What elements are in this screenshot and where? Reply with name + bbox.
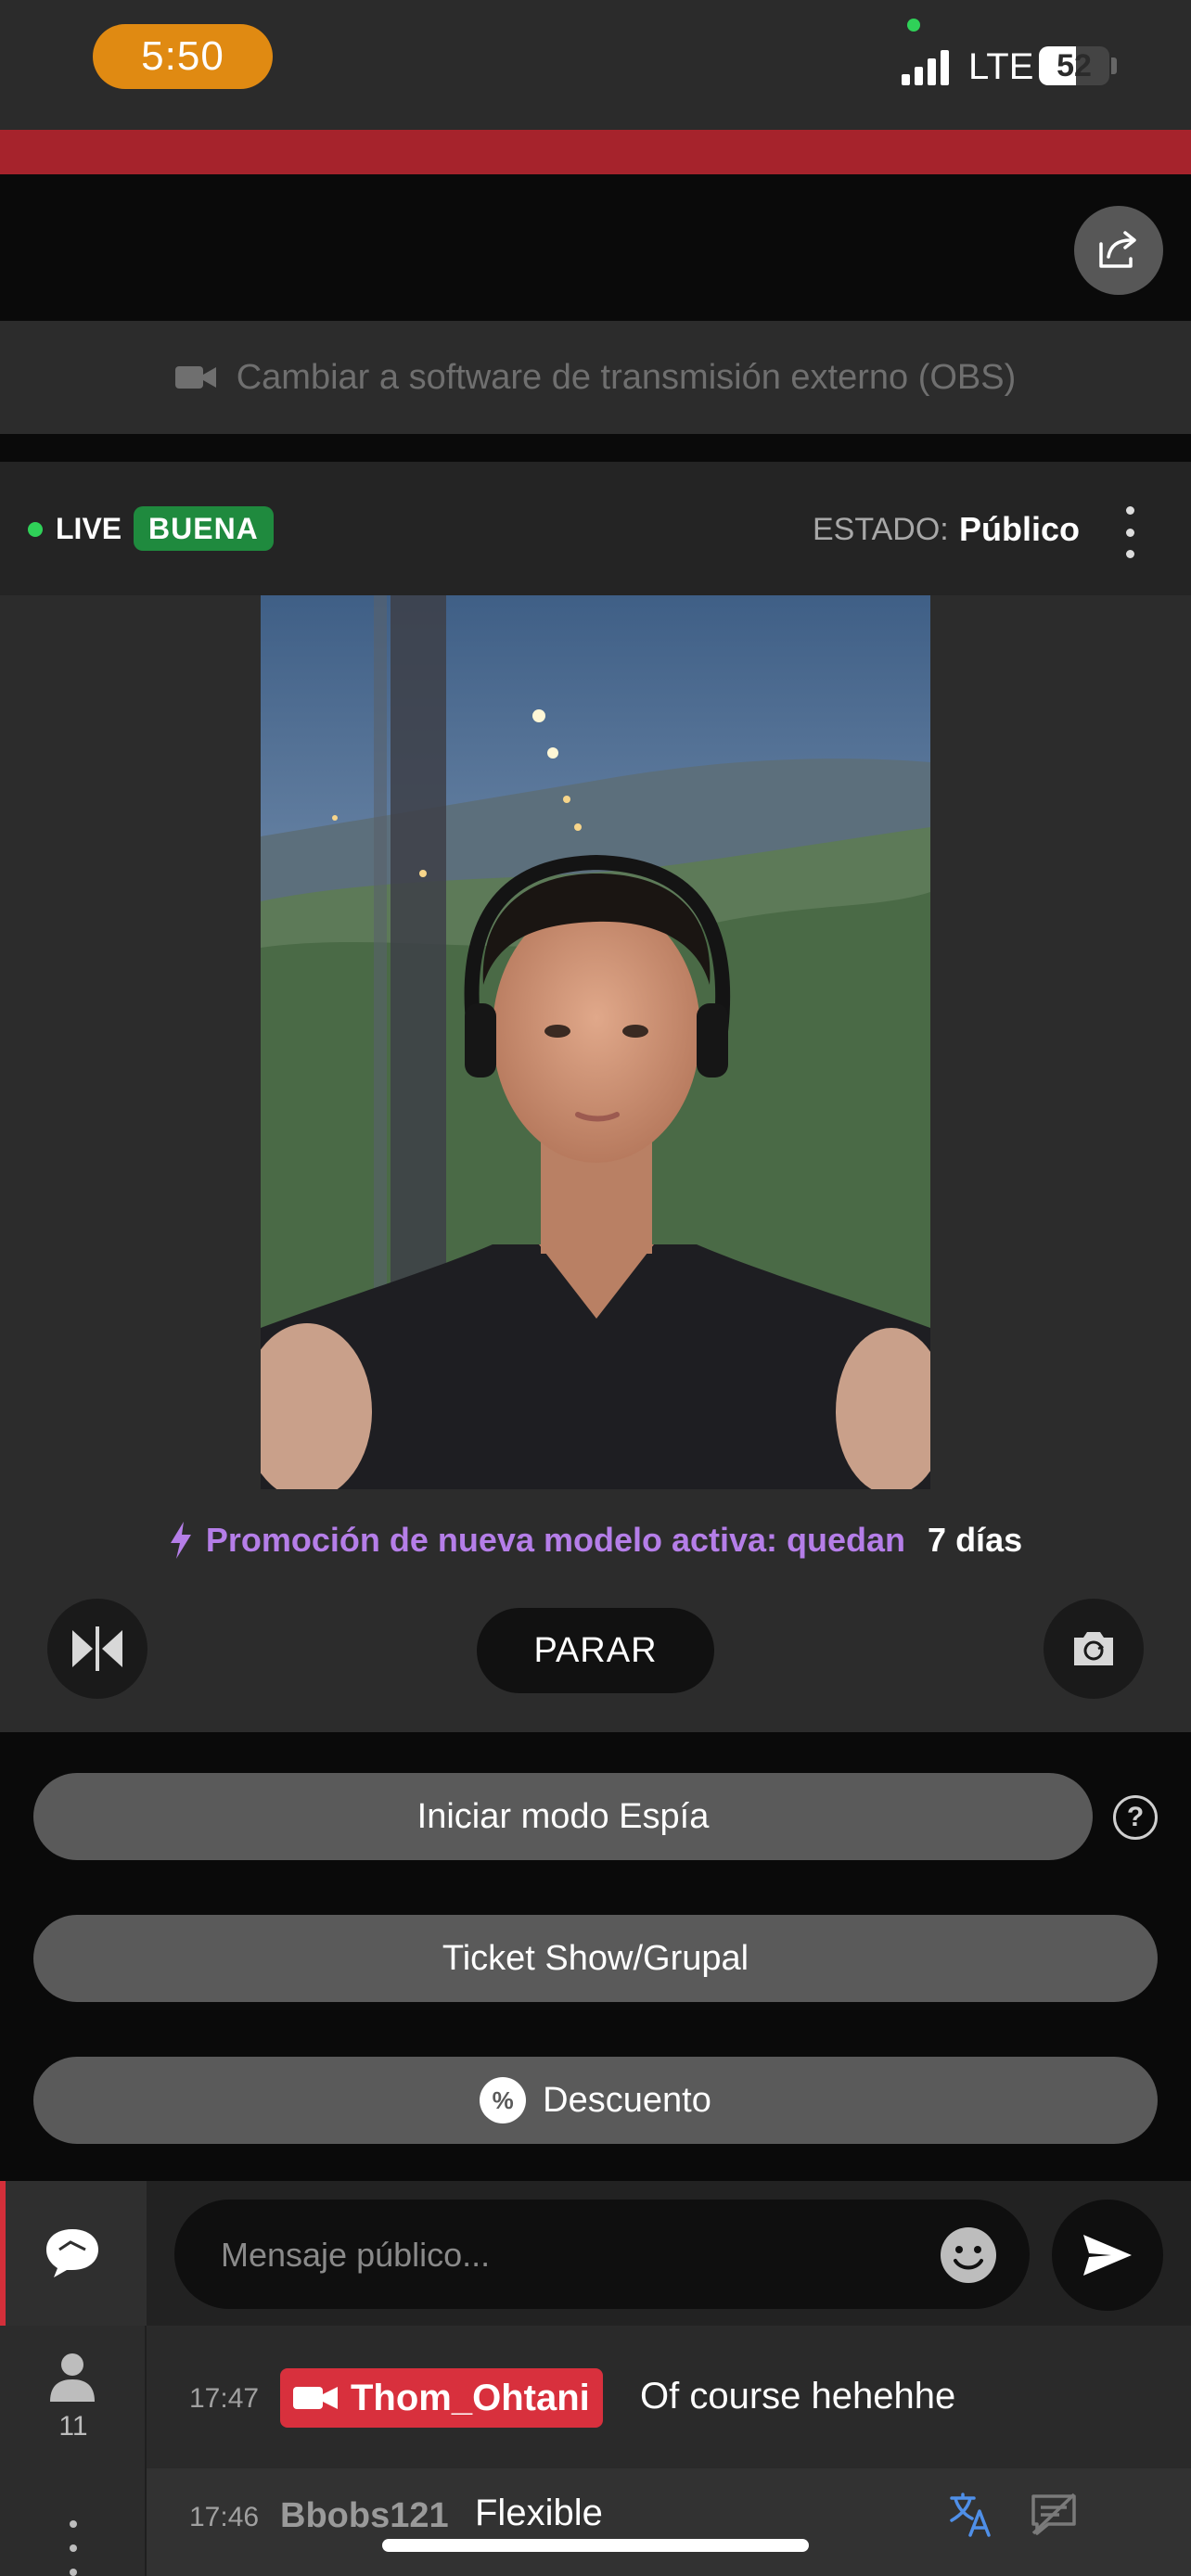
- message-text: Of course hehehhe: [640, 2376, 956, 2417]
- translate-icon[interactable]: [948, 2491, 994, 2537]
- estado-value[interactable]: Público: [959, 510, 1080, 549]
- send-button[interactable]: [1052, 2200, 1163, 2311]
- emoji-icon[interactable]: [939, 2225, 998, 2285]
- promo-banner: Promoción de nueva modelo activa: quedan…: [0, 1521, 1191, 1560]
- message-username: Thom_Ohtani: [351, 2377, 590, 2418]
- network-label: LTE: [968, 46, 1034, 87]
- battery-level: 52: [1057, 47, 1092, 83]
- sidebar-more-icon[interactable]: [67, 2520, 80, 2576]
- user-icon[interactable]: [48, 2352, 96, 2402]
- ticket-show-button[interactable]: Ticket Show/Grupal: [33, 1915, 1158, 2002]
- help-icon[interactable]: ?: [1113, 1795, 1158, 1840]
- mirror-button[interactable]: [47, 1599, 147, 1699]
- promo-text: Promoción de nueva modelo activa: quedan: [205, 1521, 906, 1559]
- ticket-show-label: Ticket Show/Grupal: [442, 1938, 749, 1978]
- active-tab-indicator: [0, 2181, 6, 2326]
- live-indicator-dot: [28, 522, 43, 537]
- camera-switch-icon: [1074, 1632, 1113, 1665]
- users-count: 11: [58, 2411, 88, 2442]
- share-button[interactable]: [1074, 206, 1163, 295]
- switch-camera-button[interactable]: [1044, 1599, 1144, 1699]
- discount-label: Descuento: [543, 2080, 711, 2120]
- more-options-icon[interactable]: [1121, 506, 1139, 558]
- share-icon: [1099, 231, 1136, 268]
- battery-tip: [1111, 57, 1117, 74]
- camera-preview: [261, 595, 930, 1489]
- divider: [0, 434, 1191, 462]
- flip-horizontal-icon: [72, 1626, 122, 1671]
- toolbar-band: [0, 174, 1191, 321]
- video-camera-icon: [293, 2387, 338, 2409]
- spy-mode-button[interactable]: Iniciar modo Espía: [33, 1773, 1093, 1860]
- status-time: 5:50: [93, 24, 273, 89]
- promo-days: 7 días: [928, 1521, 1023, 1559]
- top-accent-band: [0, 130, 1191, 174]
- obs-switch-label: Cambiar a software de transmisión extern…: [236, 357, 1017, 397]
- discount-button[interactable]: % Descuento: [33, 2057, 1158, 2144]
- live-label: LIVE: [56, 512, 122, 545]
- message-time: 17:46: [189, 2502, 260, 2532]
- message-time: 17:47: [189, 2383, 260, 2414]
- discount-icon: %: [480, 2077, 527, 2123]
- privacy-indicator-dot: [907, 19, 920, 32]
- obs-switch-button[interactable]: Cambiar a software de transmisión extern…: [0, 321, 1191, 434]
- signal-icon: [902, 50, 949, 85]
- hide-message-icon[interactable]: [1030, 2493, 1078, 2537]
- video-camera-icon: [174, 366, 216, 389]
- quality-badge: BUENA: [134, 506, 274, 551]
- estado-label: ESTADO:: [813, 512, 949, 547]
- battery-icon: 52: [1039, 46, 1109, 85]
- home-indicator: [382, 2539, 809, 2552]
- lightning-icon: [170, 1522, 191, 1559]
- message-username[interactable]: Bbobs121: [280, 2496, 449, 2536]
- send-icon: [1083, 2235, 1132, 2276]
- public-message-input[interactable]: [221, 2227, 907, 2283]
- stop-button[interactable]: PARAR: [477, 1608, 714, 1693]
- chat-bubble-icon: [46, 2229, 98, 2277]
- message-text: Flexible: [475, 2493, 603, 2533]
- message-user-badge[interactable]: Thom_Ohtani: [280, 2368, 603, 2428]
- spy-mode-label: Iniciar modo Espía: [416, 1796, 710, 1836]
